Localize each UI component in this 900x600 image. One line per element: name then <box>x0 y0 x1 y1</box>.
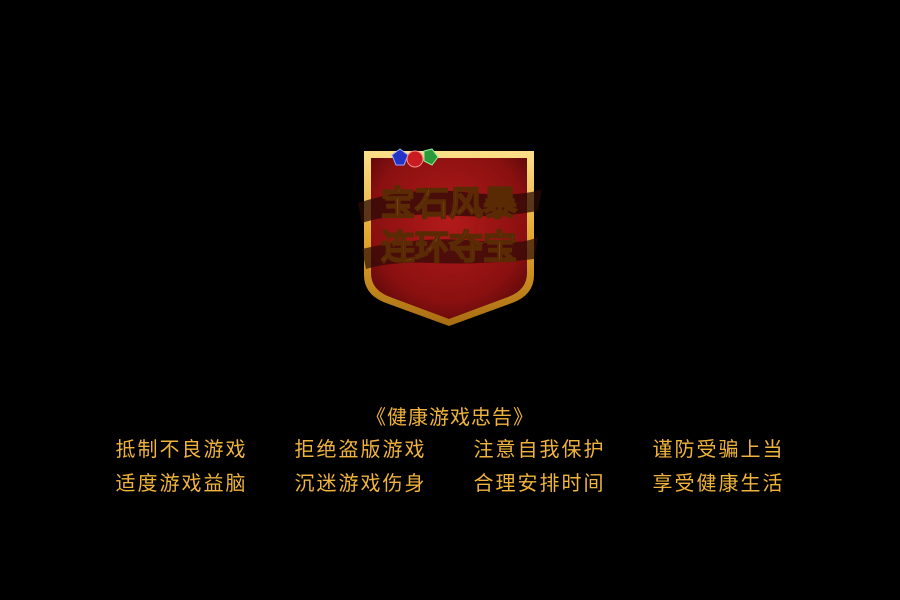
logo-title-line2: 连环夺宝 <box>381 228 517 268</box>
splash-screen: 宝石风暴 连环夺宝 《健康游戏忠告》 抵制不良游戏 拒绝盗版游戏 注意自我保护 … <box>0 0 900 600</box>
advisory-item: 享受健康生活 <box>652 471 785 495</box>
advisory-item: 适度游戏益脑 <box>115 471 248 495</box>
logo-title-line1: 宝石风暴 <box>381 184 517 224</box>
advisory-item: 沉迷游戏伤身 <box>294 471 427 495</box>
gem-icons <box>391 148 439 168</box>
advisory-row-2: 适度游戏益脑 沉迷游戏伤身 合理安排时间 享受健康生活 <box>0 466 900 500</box>
health-advisory: 《健康游戏忠告》 抵制不良游戏 拒绝盗版游戏 注意自我保护 谨防受骗上当 适度游… <box>0 402 900 500</box>
advisory-title: 《健康游戏忠告》 <box>366 405 534 429</box>
game-logo: 宝石风暴 连环夺宝 <box>352 145 546 329</box>
advisory-row-1: 抵制不良游戏 拒绝盗版游戏 注意自我保护 谨防受骗上当 <box>0 432 900 466</box>
advisory-item: 抵制不良游戏 <box>115 437 248 461</box>
advisory-item: 注意自我保护 <box>473 437 606 461</box>
advisory-item: 谨防受骗上当 <box>652 437 785 461</box>
advisory-item: 拒绝盗版游戏 <box>294 437 427 461</box>
advisory-item: 合理安排时间 <box>473 471 606 495</box>
